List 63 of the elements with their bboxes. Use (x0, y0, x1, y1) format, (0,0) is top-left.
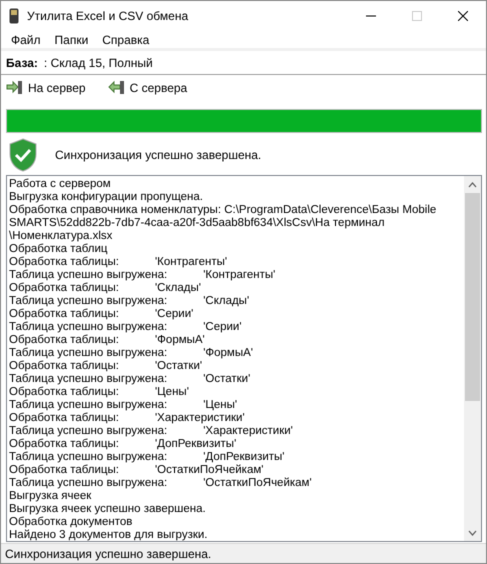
log-label: Обработка таблицы: (9, 334, 120, 347)
log-value: 'Цены' (203, 399, 238, 412)
log-line: Выгрузка ячеек успешно завершена. (9, 503, 206, 516)
arrow-device-icon (6, 80, 23, 95)
menu-item[interactable]: Файл (4, 30, 48, 50)
maximize-icon (412, 11, 422, 21)
log-label: Таблица успешно выгружена: (9, 425, 168, 438)
log-label: Таблица успешно выгружена: (9, 399, 168, 412)
log-line: Найдено 3 документов для выгрузки. (9, 529, 208, 541)
log-label: Обработка таблицы: (9, 282, 120, 295)
scroll-thumb[interactable] (465, 193, 480, 401)
log-value: 'ОстаткиПоЯчейкам' (154, 464, 264, 477)
base-value: : Склад 15, Полный (44, 56, 153, 70)
window-title: Утилита Excel и CSV обмена (27, 9, 190, 23)
log-label: Таблица успешно выгружена: (9, 451, 168, 464)
log-value: 'ФормыА' (203, 347, 253, 360)
log-value: 'Склады' (154, 282, 201, 295)
status-text: Синхронизация успешно завершена. (5, 546, 212, 560)
log-line: SMARTS\52dd822b-7db7-4caa-a20f-3d5aab8bf634\XlsCsv\На терминал (9, 217, 385, 230)
log-label: Обработка таблицы: (9, 386, 120, 399)
log-line: Выгрузка конфигурации пропущена. (9, 191, 203, 204)
result-message: Синхронизация успешно завершена. (55, 148, 262, 162)
log-label: Таблица успешно выгружена: (9, 347, 168, 360)
log-line: \Номенклатура.xlsx (9, 230, 112, 243)
log-line: Обработка документов (9, 516, 132, 529)
log-label: Таблица успешно выгружена: (9, 269, 168, 282)
log-value: 'Серии' (203, 321, 242, 334)
log-line: Обработка справочника номенклатуры: C:\ProgramData\Cleverence\Базы Mobile (9, 204, 436, 217)
log-label: Таблица успешно выгружена: (9, 321, 168, 334)
shield-check-icon (9, 138, 37, 172)
log-label: Обработка таблицы: (9, 308, 120, 321)
log-line: Работа с сервером (9, 178, 111, 191)
menu-item[interactable]: Справка (95, 30, 156, 50)
log-value: 'ФормыА' (154, 334, 205, 347)
log-value: 'Характеристики' (154, 412, 245, 425)
toolbar-button[interactable]: С сервера (108, 80, 188, 95)
log-value: 'Склады' (203, 295, 250, 308)
log-label: Обработка таблицы: (9, 256, 120, 269)
close-icon (458, 11, 468, 21)
log-label: Обработка таблицы: (9, 464, 120, 477)
log-label: Таблица успешно выгружена: (9, 477, 168, 490)
log-value: 'Контрагенты' (154, 256, 228, 269)
log-value: 'Остатки' (203, 373, 250, 386)
log-value: 'Характеристики' (203, 425, 293, 438)
device-icon (9, 8, 19, 24)
menu-item[interactable]: Папки (48, 30, 96, 50)
log-label: Обработка таблицы: (9, 438, 120, 451)
log-line: Обработка таблиц (9, 243, 108, 256)
log-label: Таблица успешно выгружена: (9, 295, 168, 308)
log-value: 'ОстаткиПоЯчейкам' (203, 477, 312, 490)
log-label: Таблица успешно выгружена: (9, 373, 168, 386)
log-value: 'ДопРеквизиты' (154, 438, 236, 451)
base-label: База: (6, 56, 38, 70)
arrow-device-icon (108, 80, 125, 95)
log-value: 'Остатки' (154, 360, 202, 373)
toolbar-button[interactable]: На сервер (6, 80, 86, 95)
log-label: Обработка таблицы: (9, 360, 120, 373)
log-value: 'Контрагенты' (203, 269, 276, 282)
log-label: Обработка таблицы: (9, 412, 120, 425)
log-value: 'Серии' (154, 308, 194, 321)
log-value: 'ДопРеквизиты' (203, 451, 284, 464)
log-value: 'Цены' (154, 386, 189, 399)
log-line: Выгрузка ячеек (9, 490, 92, 503)
